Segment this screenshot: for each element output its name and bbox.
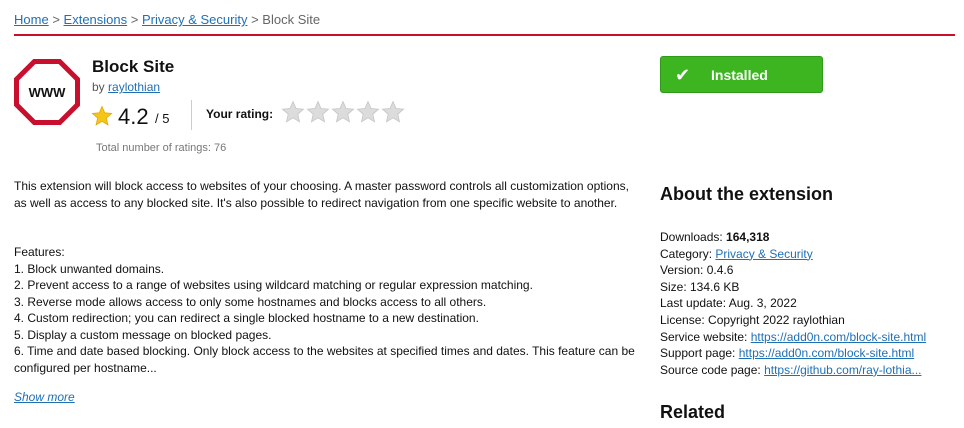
service-website-row: Service website: https://add0n.com/block… <box>660 329 956 346</box>
last-update-row: Last update: Aug. 3, 2022 <box>660 296 797 311</box>
features-heading: Features: <box>14 245 65 259</box>
breadcrumb-category-link[interactable]: Privacy & Security <box>142 12 247 27</box>
star-filled-icon <box>91 105 113 126</box>
support-page-row: Support page: https://add0n.com/block-si… <box>660 345 956 362</box>
average-rating: 4.2 <box>118 104 149 129</box>
service-website-link[interactable]: https://add0n.com/block-site.html <box>751 330 926 344</box>
source-code-row: Source code page: https://github.com/ray… <box>660 362 956 379</box>
source-code-label: Source code page: <box>660 362 761 377</box>
author-byline: by raylothian <box>92 80 160 94</box>
feature-item: 3. Reverse mode allows access to only so… <box>14 294 487 309</box>
category-label: Category: <box>660 246 713 261</box>
star-empty-icon[interactable] <box>331 100 355 124</box>
support-page-label: Support page: <box>660 346 736 361</box>
by-prefix: by <box>92 80 105 94</box>
star-empty-icon[interactable] <box>356 100 380 124</box>
feature-item: 2. Prevent access to a range of websites… <box>14 278 533 292</box>
feature-item: 1. Block unwanted domains. <box>14 261 165 276</box>
description-intro: This extension will block access to webs… <box>14 179 629 210</box>
installed-label: Installed <box>711 67 768 83</box>
breadcrumb-extensions-link[interactable]: Extensions <box>64 12 128 27</box>
rating-max: / 5 <box>155 111 170 126</box>
total-ratings: Total number of ratings: 76 <box>96 142 227 154</box>
downloads-value: 164,318 <box>726 230 770 244</box>
breadcrumb-separator: > <box>251 12 259 27</box>
star-empty-icon[interactable] <box>381 100 405 124</box>
license-row: License: Copyright 2022 raylothian <box>660 312 845 327</box>
about-heading: About the extension <box>660 184 834 204</box>
breadcrumb-home-link[interactable]: Home <box>14 12 49 27</box>
source-code-link[interactable]: https://github.com/ray-lothia... <box>764 363 921 377</box>
show-more-link[interactable]: Show more <box>14 390 75 404</box>
category-link[interactable]: Privacy & Security <box>715 247 812 261</box>
feature-item: 4. Custom redirection; you can redirect … <box>14 311 479 325</box>
downloads-label: Downloads: <box>660 230 723 244</box>
installed-button[interactable]: ✔ Installed <box>660 56 823 93</box>
check-icon: ✔ <box>675 65 691 85</box>
star-empty-icon[interactable] <box>306 100 330 124</box>
size-row: Size: 134.6 KB <box>660 279 740 294</box>
star-empty-icon[interactable] <box>281 100 305 124</box>
rating-divider <box>191 100 192 130</box>
downloads-row: Downloads: 164,318 <box>660 229 956 246</box>
block-site-logo-icon: WWW <box>14 59 80 125</box>
author-link[interactable]: raylothian <box>108 80 160 94</box>
header-divider <box>14 34 955 36</box>
your-rating-label: Your rating: <box>206 107 274 121</box>
features-list: Features: 1. Block unwanted domains. 2. … <box>14 244 639 376</box>
feature-item: 6. Time and date based blocking. Only bl… <box>14 344 635 375</box>
related-heading: Related <box>660 402 726 422</box>
about-details: Downloads: 164,318 Category: Privacy & S… <box>660 229 956 378</box>
service-website-label: Service website: <box>660 329 748 344</box>
breadcrumb: Home > Extensions > Privacy & Security >… <box>14 12 320 27</box>
version-row: Version: 0.4.6 <box>660 263 734 278</box>
breadcrumb-current: Block Site <box>262 12 321 27</box>
feature-item: 5. Display a custom message on blocked p… <box>14 327 272 342</box>
logo-text: WWW <box>29 85 67 100</box>
category-row: Category: Privacy & Security <box>660 246 956 263</box>
support-page-link[interactable]: https://add0n.com/block-site.html <box>739 346 914 360</box>
breadcrumb-separator: > <box>130 12 139 27</box>
extension-description: This extension will block access to webs… <box>14 178 639 211</box>
breadcrumb-separator: > <box>52 12 60 27</box>
extension-title: Block Site <box>92 57 175 76</box>
your-rating-stars <box>281 100 405 124</box>
